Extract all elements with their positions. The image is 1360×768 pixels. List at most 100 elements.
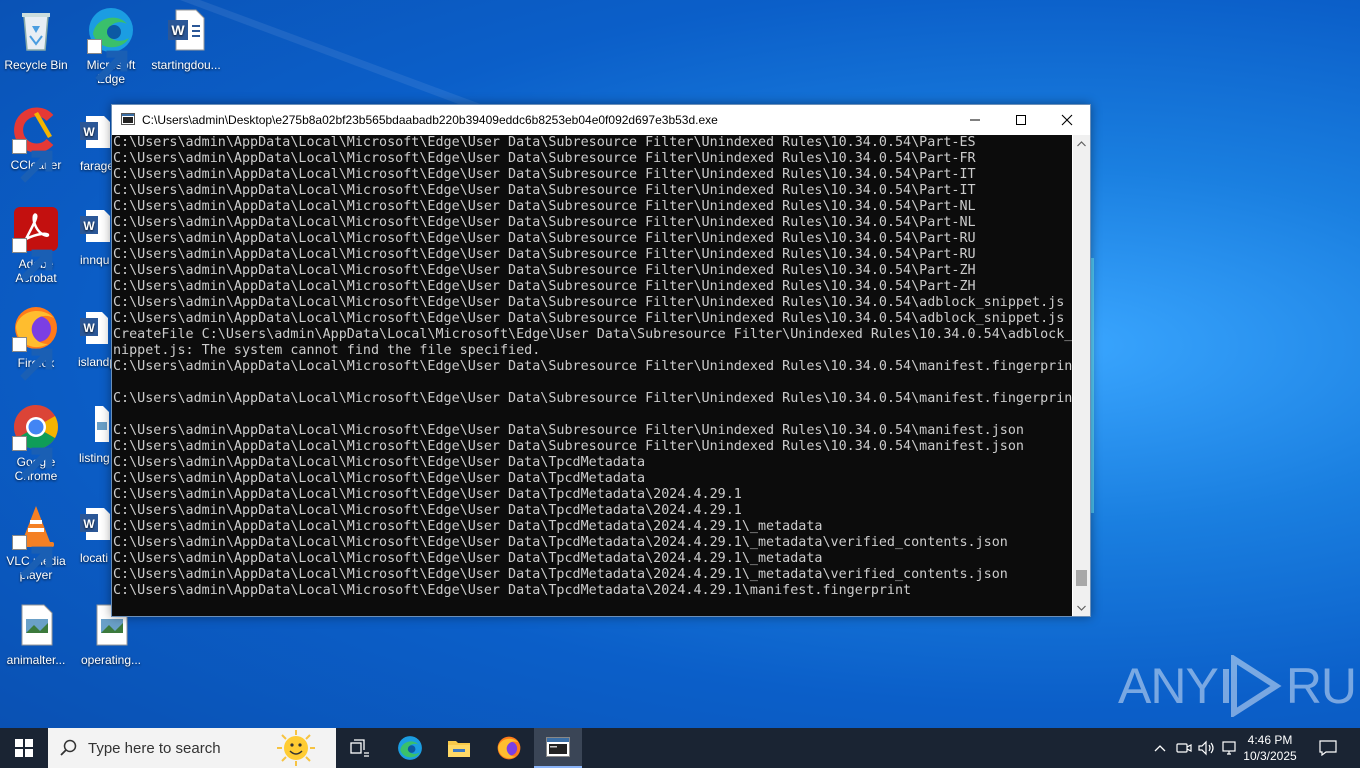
console-line: C:\Users\admin\AppData\Local\Microsoft\E… [113, 359, 1072, 374]
svg-text:W: W [83, 517, 95, 531]
edge-icon [87, 6, 135, 83]
file-explorer-icon [448, 741, 470, 757]
desktop-icon-edge[interactable]: Microsoft Edge [73, 6, 149, 86]
desktop-icon-adobe-acrobat[interactable]: Adobe Acrobat [0, 205, 74, 285]
search-placeholder: Type here to search [88, 740, 221, 757]
svg-text:W: W [83, 219, 95, 233]
console-line: C:\Users\admin\AppData\Local\Microsoft\E… [113, 455, 646, 470]
desktop-icon-recycle-bin[interactable]: Recycle Bin [0, 6, 74, 72]
console-line: C:\Users\admin\AppData\Local\Microsoft\E… [113, 247, 976, 262]
console-title: C:\Users\admin\Desktop\e275b8a02bf23b565… [142, 113, 718, 127]
taskbar-clock[interactable]: 4:46 PM 10/3/2025 [1238, 732, 1302, 764]
scroll-thumb[interactable] [1076, 570, 1087, 587]
desktop-icon-label: locati [80, 551, 109, 565]
desktop-icon-label: innqu [80, 253, 110, 267]
scroll-down-button[interactable] [1073, 599, 1090, 616]
search-icon [60, 739, 77, 756]
image-file-icon [95, 406, 109, 442]
play-logo-icon [1222, 655, 1282, 717]
start-button[interactable] [0, 728, 48, 768]
console-line: C:\Users\admin\AppData\Local\Microsoft\E… [113, 295, 1065, 310]
notifications-button[interactable] [1318, 738, 1338, 758]
desktop-icon-google-chrome[interactable]: Google Chrome [0, 403, 74, 483]
shortcut-arrow-icon [12, 436, 53, 480]
svg-text:W: W [83, 321, 95, 335]
desktop-icon-animalter[interactable]: animalter... [0, 601, 74, 667]
taskbar-edge[interactable] [386, 728, 434, 768]
console-line: nippet.js: The system cannot find the fi… [113, 343, 541, 358]
desktop-icon-listing[interactable]: listing [79, 406, 110, 465]
word-doc-icon: W [80, 116, 110, 148]
desktop-icon-ccleaner[interactable]: CCleaner [0, 106, 74, 183]
watermark-right: RUN [1285, 658, 1360, 714]
taskbar-console-app[interactable] [534, 728, 582, 768]
scroll-up-button[interactable] [1073, 135, 1090, 152]
console-line: C:\Users\admin\AppData\Local\Microsoft\E… [113, 263, 976, 278]
console-line: C:\Users\admin\AppData\Local\Microsoft\E… [113, 535, 1008, 550]
vertical-scrollbar[interactable] [1073, 135, 1090, 616]
word-doc-icon: W [80, 210, 110, 242]
console-line: C:\Users\admin\AppData\Local\Microsoft\E… [113, 391, 1072, 406]
svg-text:W: W [83, 125, 95, 139]
desktop-icon-label: listing [79, 451, 110, 465]
console-line: C:\Users\admin\AppData\Local\Microsoft\E… [113, 567, 1008, 582]
desktop-icon-label: operating... [80, 653, 142, 667]
console-line: C:\Users\admin\AppData\Local\Microsoft\E… [113, 439, 1024, 454]
console-line: C:\Users\admin\AppData\Local\Microsoft\E… [113, 279, 976, 294]
console-line: C:\Users\admin\AppData\Local\Microsoft\E… [113, 151, 976, 166]
console-titlebar[interactable]: C:\Users\admin\Desktop\e275b8a02bf23b565… [112, 105, 1090, 135]
console-line: C:\Users\admin\AppData\Local\Microsoft\E… [113, 199, 976, 214]
console-line: C:\Users\admin\AppData\Local\Microsoft\E… [113, 583, 912, 598]
tray-network[interactable] [1220, 738, 1240, 758]
desktop-icon-farage[interactable]: W farage [80, 116, 114, 173]
desktop-icon-label: Recycle Bin [4, 58, 68, 72]
edge-icon [398, 736, 422, 760]
windows-logo-icon [15, 739, 33, 757]
clock-date: 10/3/2025 [1243, 749, 1297, 763]
console-line: C:\Users\admin\AppData\Local\Microsoft\E… [113, 519, 823, 534]
console-line: C:\Users\admin\AppData\Local\Microsoft\E… [113, 503, 742, 518]
word-doc-icon: W [80, 312, 108, 344]
taskbar-firefox[interactable] [485, 728, 533, 768]
console-line: C:\Users\admin\AppData\Local\Microsoft\E… [113, 215, 976, 230]
console-output[interactable]: C:\Users\admin\AppData\Local\Microsoft\E… [112, 135, 1072, 616]
chevron-down-icon [1077, 605, 1086, 611]
taskbar-file-explorer[interactable] [435, 728, 483, 768]
console-app-icon [546, 737, 570, 757]
desktop-icon-startingdou[interactable]: W startingdou... [148, 6, 224, 72]
console-line: C:\Users\admin\AppData\Local\Microsoft\E… [113, 423, 1024, 438]
task-view-icon [350, 739, 369, 757]
svg-text:W: W [171, 22, 185, 38]
minimize-button[interactable] [952, 105, 998, 135]
tray-volume[interactable] [1197, 738, 1217, 758]
close-icon [1061, 114, 1073, 126]
tray-meet-now[interactable] [1174, 738, 1194, 758]
sun-face-icon [277, 730, 315, 766]
taskbar-task-view[interactable] [336, 728, 384, 768]
desktop-icon-vlc[interactable]: VLC media player [0, 502, 74, 582]
maximize-button[interactable] [998, 105, 1044, 135]
taskbar-search-box[interactable]: Type here to search [48, 728, 336, 768]
desktop-icon-firefox[interactable]: Firefox [0, 304, 74, 381]
shortcut-arrow-icon [12, 535, 53, 579]
desktop-icon-label: animalter... [6, 653, 66, 667]
desktop-icon-locati[interactable]: W locati [80, 508, 110, 565]
console-line: C:\Users\admin\AppData\Local\Microsoft\E… [113, 167, 976, 182]
chevron-up-icon [1154, 745, 1166, 752]
console-line: CreateFile C:\Users\admin\AppData\Local\… [113, 327, 1072, 342]
desktop-icon-innqu[interactable]: W innqu [80, 210, 110, 267]
image-file-icon [12, 601, 60, 649]
console-line: C:\Users\admin\AppData\Local\Microsoft\E… [113, 471, 646, 486]
shortcut-arrow-icon [12, 238, 53, 282]
minimize-icon [970, 119, 980, 121]
close-button[interactable] [1044, 105, 1090, 135]
word-doc-icon: W [162, 6, 210, 54]
tray-overflow-button[interactable] [1150, 738, 1170, 758]
console-window[interactable]: C:\Users\admin\Desktop\e275b8a02bf23b565… [111, 104, 1091, 617]
console-line: C:\Users\admin\AppData\Local\Microsoft\E… [113, 487, 742, 502]
maximize-icon [1016, 115, 1026, 125]
firefox-icon [497, 736, 521, 760]
word-doc-icon: W [80, 508, 110, 540]
watermark-left: ANY [1118, 658, 1219, 714]
